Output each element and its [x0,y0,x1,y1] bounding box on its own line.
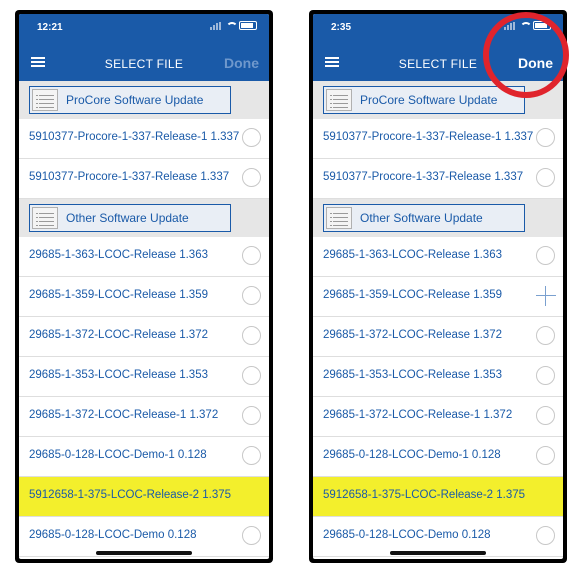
file-name: 29685-1-353-LCOC-Release 1.353 [323,369,502,381]
signal-icon [210,21,221,30]
file-name: 29685-1-359-LCOC-Release 1.359 [323,289,502,301]
file-name: 5910377-Procore-1-337-Release 1.337 [323,171,524,183]
section-label-box: ProCore Software Update [29,86,231,114]
file-row[interactable]: 29685-1-363-LCOC-Release 1.363 [19,237,269,277]
file-row[interactable]: 29685-0-128-LCOC-Demo-1 0.128 [313,437,563,477]
done-button[interactable]: Done [224,55,259,71]
radio-button[interactable] [242,406,261,425]
radio-button[interactable] [242,128,261,147]
file-row[interactable]: 5910377-Procore-1-337-Release-1 1.337 [19,119,269,159]
radio-button[interactable] [242,446,261,465]
section-label: ProCore Software Update [360,93,498,107]
radio-button[interactable] [242,246,261,265]
section-label: Other Software Update [66,211,189,225]
file-name: 29685-1-353-LCOC-Release 1.353 [29,369,208,381]
file-name: 29685-0-128-LCOC-Demo 0.128 [29,529,197,541]
file-name: 5910377-Procore-1-337-Release-1 1.337 [323,131,534,143]
radio-button[interactable] [536,526,555,545]
document-list-icon [326,207,352,229]
radio-button[interactable] [536,246,555,265]
document-list-icon [326,89,352,111]
section-label: Other Software Update [360,211,483,225]
file-name: 5910377-Procore-1-337-Release 1.337 [29,171,230,183]
radio-button[interactable] [242,326,261,345]
file-row[interactable]: 29685-1-372-LCOC-Release 1.372 [19,317,269,357]
status-bar: 12:21 [19,14,269,44]
radio-button[interactable] [536,366,555,385]
radio-button[interactable] [242,526,261,545]
document-list-icon [32,207,58,229]
file-row[interactable]: 29685-1-359-LCOC-Release 1.359 [313,277,563,317]
file-name: 29685-1-372-LCOC-Release 1.372 [323,329,502,341]
file-name: 29685-1-372-LCOC-Release 1.372 [29,329,208,341]
section-header-procore: ProCore Software Update [19,81,269,119]
home-indicator[interactable] [390,551,486,555]
status-icons [210,21,257,30]
radio-button[interactable] [242,168,261,187]
file-row[interactable]: 5910377-Procore-1-337-Release 1.337 [313,159,563,199]
screen-left: 12:21 SELECT FILE Done ProCore Software … [19,14,269,559]
file-row[interactable]: 29685-1-372-LCOC-Release-1 1.372 [19,397,269,437]
file-name: 29685-1-363-LCOC-Release 1.363 [29,249,208,261]
file-row-highlighted[interactable]: 5912658-1-375-LCOC-Release-2 1.375 [19,477,269,517]
section-label-box: ProCore Software Update [323,86,525,114]
file-row[interactable]: 29685-1-359-LCOC-Release 1.359 [19,277,269,317]
file-row[interactable]: 5910377-Procore-1-337-Release 1.337 [19,159,269,199]
file-name: 29685-0-128-LCOC-Demo-1 0.128 [29,449,207,461]
radio-button[interactable] [536,406,555,425]
file-row[interactable]: 29685-1-372-LCOC-Release-1 1.372 [313,397,563,437]
file-name: 29685-1-359-LCOC-Release 1.359 [29,289,208,301]
file-row[interactable]: 29685-1-353-LCOC-Release 1.353 [313,357,563,397]
battery-icon [239,21,257,30]
file-row[interactable]: 29685-1-363-LCOC-Release 1.363 [313,237,563,277]
file-name: 29685-1-372-LCOC-Release-1 1.372 [29,409,219,421]
section-label: ProCore Software Update [66,93,204,107]
file-name: 29685-1-372-LCOC-Release-1 1.372 [323,409,513,421]
home-indicator[interactable] [96,551,192,555]
nav-bar: SELECT FILE Done [19,44,269,81]
section-label-box: Other Software Update [323,204,525,232]
file-name: 5912658-1-375-LCOC-Release-2 1.375 [323,489,526,501]
section-label-box: Other Software Update [29,204,231,232]
file-name: 29685-1-363-LCOC-Release 1.363 [323,249,502,261]
radio-button[interactable] [536,326,555,345]
radio-button[interactable] [536,446,555,465]
file-name: 5912658-1-375-LCOC-Release-2 1.375 [29,489,232,501]
section-header-other: Other Software Update [19,199,269,237]
radio-button[interactable] [242,366,261,385]
file-row-highlighted[interactable]: 5912658-1-375-LCOC-Release-2 1.375 [313,477,563,517]
section-header-other: Other Software Update [313,199,563,237]
file-row[interactable]: 29685-0-128-LCOC-Demo-1 0.128 [19,437,269,477]
file-name: 5910377-Procore-1-337-Release-1 1.337 [29,131,240,143]
status-time: 2:35 [331,22,352,33]
radio-button[interactable] [536,168,555,187]
wifi-icon [225,21,238,30]
phone-left: 12:21 SELECT FILE Done ProCore Software … [15,10,273,563]
document-list-icon [32,89,58,111]
file-row[interactable]: 29685-1-372-LCOC-Release 1.372 [313,317,563,357]
status-time: 12:21 [37,22,63,33]
radio-button[interactable] [242,286,261,305]
file-name: 29685-0-128-LCOC-Demo-1 0.128 [323,449,501,461]
file-row[interactable]: 5910377-Procore-1-337-Release-1 1.337 [313,119,563,159]
file-row[interactable]: 29685-1-353-LCOC-Release 1.353 [19,357,269,397]
plus-icon [536,286,556,306]
radio-button[interactable] [536,128,555,147]
file-name: 29685-0-128-LCOC-Demo 0.128 [323,529,491,541]
annotation-circle [483,12,569,98]
